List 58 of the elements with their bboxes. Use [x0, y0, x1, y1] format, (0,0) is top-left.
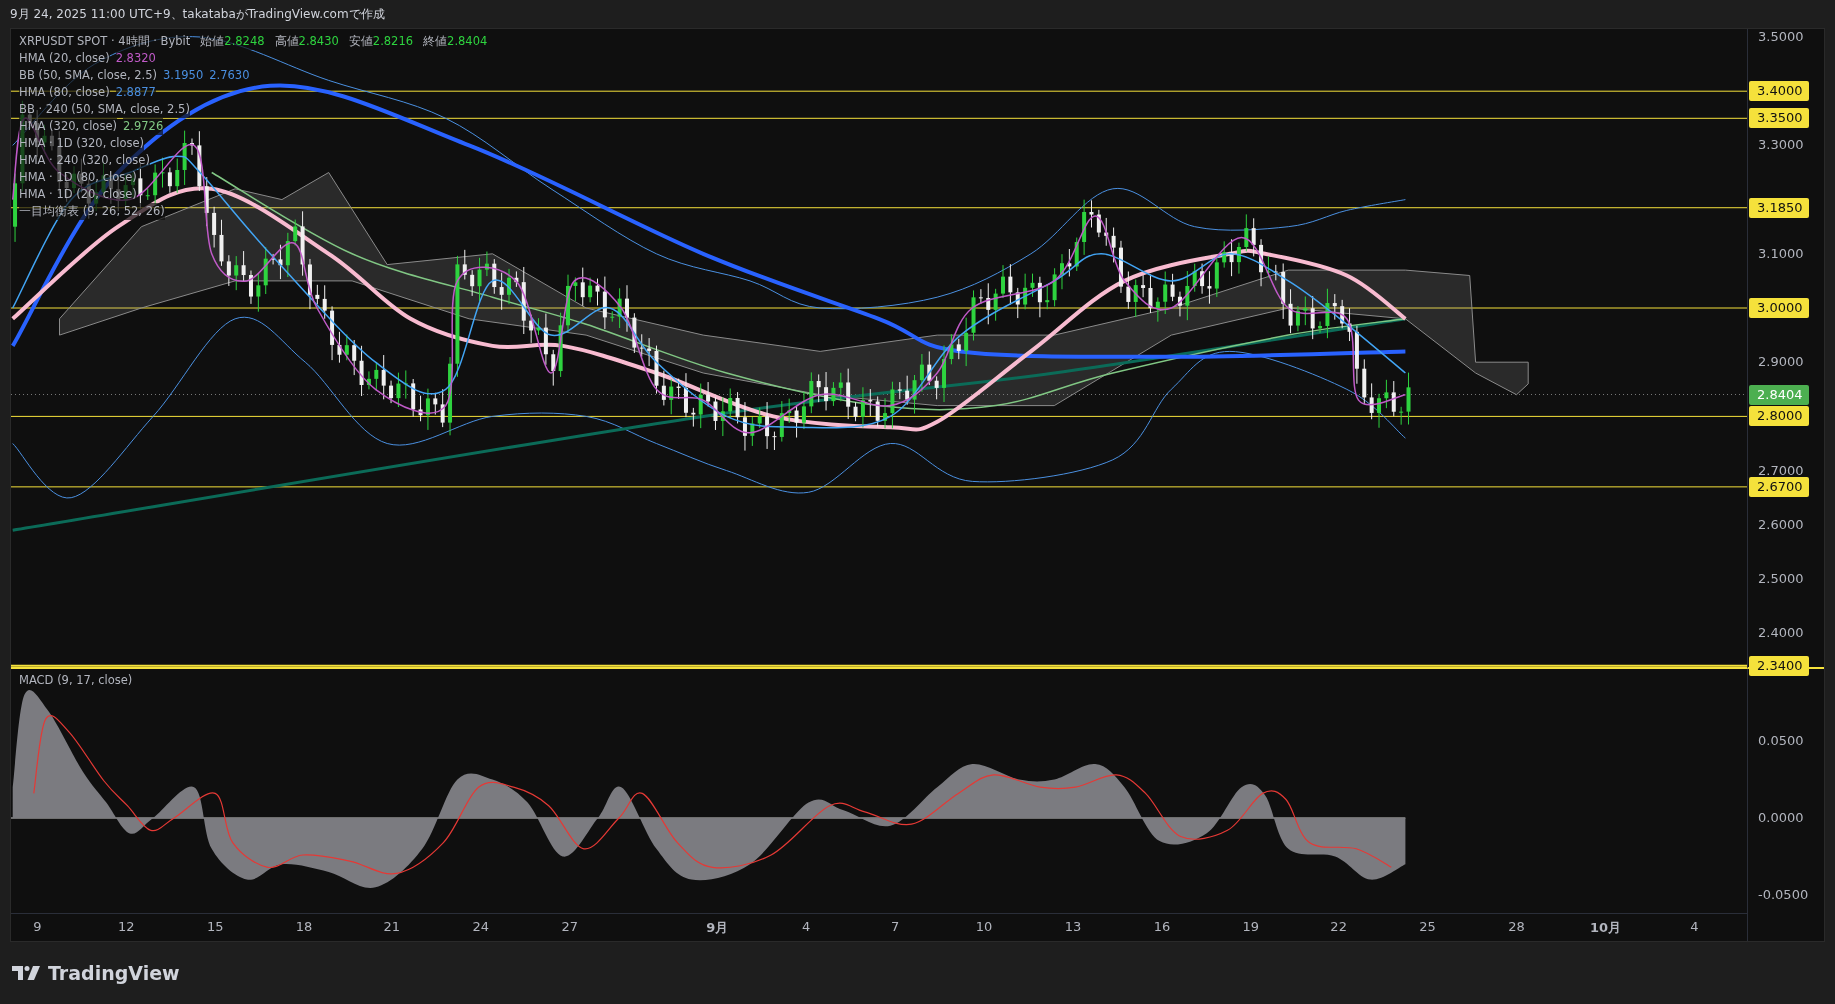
ohlc-label: 高値 [274, 33, 299, 50]
price-level-label: 3.3500 [1749, 108, 1809, 129]
price-tick: 2.5000 [1758, 570, 1804, 588]
time-label: 28 [1508, 919, 1525, 934]
time-label: 19 [1242, 919, 1260, 934]
time-label: 15 [206, 919, 224, 934]
time-label: 18 [295, 919, 313, 934]
ohlc-label: 終値 [423, 33, 448, 50]
chart-caption: 9月 24, 2025 11:00 UTC+9、takatabaがTradingView.comで作成 [9, 6, 386, 23]
price-tick: 3.5000 [1758, 28, 1804, 46]
time-label: 7 [890, 919, 900, 934]
macd-tick: 0.0500 [1758, 732, 1804, 750]
time-label: 4 [802, 919, 811, 934]
time-label: 24 [472, 919, 490, 934]
indicator-name: HMA · 240 (320, close) [19, 152, 150, 169]
indicator-name: BB · 240 (50, SMA, close, 2.5) [19, 101, 190, 118]
time-label: 12 [117, 919, 135, 934]
price-level-label: 3.0000 [1749, 298, 1809, 318]
macd-title: MACD (9, 17, close) [19, 673, 133, 687]
price-tick: 3.3000 [1758, 136, 1804, 155]
price-level-label: 3.1850 [1749, 197, 1809, 218]
macd-tick: -0.0500 [1758, 886, 1809, 904]
indicator-name: HMA (80, close) [19, 84, 110, 101]
symbol-title: XRPUSDT SPOT · 4時間 · Bybit [19, 33, 191, 50]
ohlc-value: 2.8248 [224, 33, 265, 50]
price-level-label: 2.6700 [1749, 476, 1809, 497]
price-tick: 2.4000 [1758, 624, 1804, 643]
logo-icon [12, 965, 42, 981]
time-label: 9 [33, 919, 42, 934]
time-label: 21 [383, 919, 401, 934]
time-label: 4 [1690, 919, 1699, 934]
time-label: 25 [1419, 919, 1436, 934]
indicator-name: HMA · 1D (20, close) [19, 186, 137, 203]
ohlc-label: 安値 [348, 33, 373, 50]
indicator-name: HMA · 1D (80, close) [19, 169, 137, 186]
indicator-name: 一目均衡表 (9, 26, 52, 26) [19, 203, 165, 220]
time-label: 10月 [1589, 919, 1621, 937]
time-label: 10 [975, 919, 993, 934]
brand-name: TradingView [48, 962, 180, 984]
time-label: 22 [1330, 919, 1347, 934]
time-label: 13 [1064, 919, 1082, 934]
last-price-label: 2.8404 [1749, 384, 1809, 405]
price-level-label: 3.4000 [1749, 81, 1809, 102]
indicator-name: HMA · 1D (320, close) [19, 135, 145, 152]
macd-tick: 0.0000 [1758, 809, 1804, 827]
time-label: 9月 [706, 919, 729, 937]
price-tick: 2.6000 [1758, 515, 1804, 534]
time-label: 27 [561, 919, 579, 934]
time-label: 16 [1153, 919, 1171, 934]
price-tick: 2.9000 [1758, 353, 1804, 372]
price-tick: 3.1000 [1758, 244, 1804, 263]
indicator-value: 2.9726 [122, 118, 164, 135]
indicator-name: BB (50, SMA, close, 2.5) [19, 67, 157, 84]
price-level-label: 2.8000 [1749, 406, 1809, 427]
ohlc-label: 始値 [200, 33, 225, 50]
price-level-label: 2.3400 [1749, 655, 1809, 676]
indicator-name: HMA (320, close) [19, 118, 117, 135]
indicator-name: HMA (20, close) [19, 50, 110, 67]
